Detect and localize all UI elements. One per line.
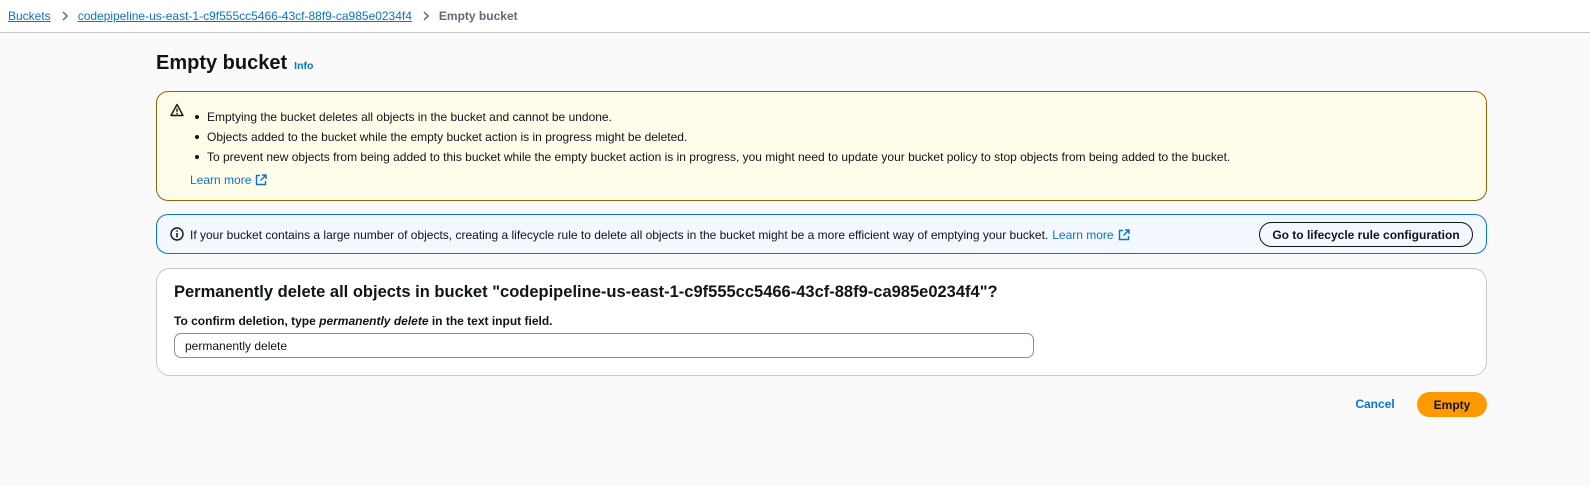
learn-more-label: Learn more	[1052, 228, 1114, 242]
info-alert-message: If your bucket contains a large number o…	[190, 228, 1049, 242]
info-alert: If your bucket contains a large number o…	[156, 214, 1487, 254]
breadcrumb-link-buckets[interactable]: Buckets	[8, 9, 51, 23]
confirm-container: Permanently delete all objects in bucket…	[156, 268, 1487, 376]
warning-bullet: To prevent new objects from being added …	[191, 149, 1230, 169]
empty-button[interactable]: Empty	[1417, 392, 1487, 417]
warning-triangle-icon	[170, 103, 184, 117]
confirm-heading: Permanently delete all objects in bucket…	[174, 283, 998, 301]
confirm-label-prefix: To confirm deletion, type	[174, 314, 320, 328]
cancel-button[interactable]: Cancel	[1344, 392, 1406, 416]
confirm-deletion-input[interactable]	[174, 333, 1034, 358]
page-header: Empty bucket Info	[156, 52, 313, 75]
breadcrumb: Buckets codepipeline-us-east-1-c9f555cc5…	[0, 0, 1590, 33]
warning-alert: Emptying the bucket deletes all objects …	[156, 91, 1487, 201]
confirm-label-emphasis: permanently delete	[319, 314, 429, 328]
warning-bullet: Objects added to the bucket while the em…	[191, 129, 1230, 149]
warning-learn-more-link[interactable]: Learn more	[190, 173, 268, 187]
external-link-icon	[255, 174, 268, 186]
external-link-icon	[1118, 229, 1130, 241]
breadcrumb-link-bucket[interactable]: codepipeline-us-east-1-c9f555cc5466-43cf…	[78, 9, 412, 23]
info-learn-more-link[interactable]: Learn more	[1052, 228, 1130, 242]
confirm-label-suffix: in the text input field.	[428, 314, 553, 328]
warning-list: Emptying the bucket deletes all objects …	[191, 109, 1230, 169]
learn-more-label: Learn more	[190, 173, 252, 187]
chevron-right-icon	[422, 11, 430, 21]
info-alert-text: If your bucket contains a large number o…	[190, 228, 1130, 242]
info-circle-icon	[170, 227, 184, 241]
breadcrumb-current: Empty bucket	[438, 9, 518, 23]
chevron-right-icon	[61, 11, 69, 21]
page-title: Empty bucket	[156, 52, 288, 74]
confirm-label: To confirm deletion, type permanently de…	[174, 314, 553, 328]
info-link[interactable]: Info	[294, 60, 313, 72]
go-to-lifecycle-rule-button[interactable]: Go to lifecycle rule configuration	[1259, 222, 1473, 247]
warning-bullet: Emptying the bucket deletes all objects …	[191, 109, 1230, 129]
